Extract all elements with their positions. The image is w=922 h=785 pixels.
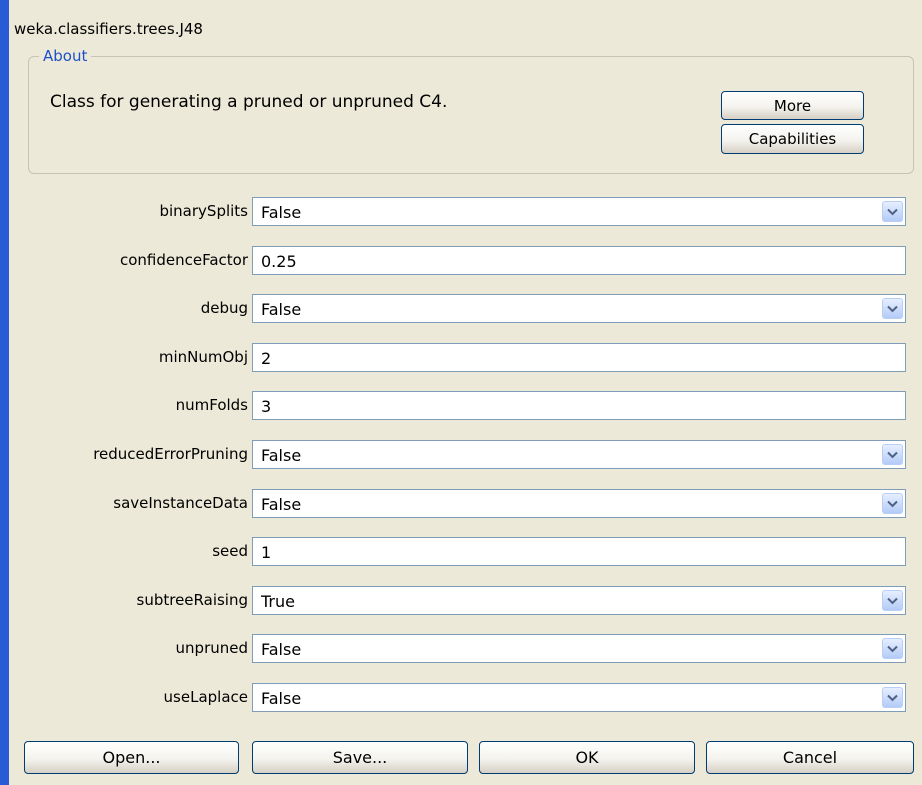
property-value-minNumObj: 2 (261, 349, 272, 368)
dropdown-saveInstanceData[interactable]: False (252, 489, 906, 518)
dropdown-debug[interactable]: False (252, 294, 906, 323)
about-text: Class for generating a pruned or unprune… (50, 92, 448, 112)
property-label-minNumObj: minNumObj (158, 348, 248, 366)
dropdown-reducedErrorPruning[interactable]: False (252, 440, 906, 469)
ok-button[interactable]: OK (479, 741, 695, 774)
chevron-down-icon[interactable] (882, 201, 903, 222)
dropdown-unpruned[interactable]: False (252, 634, 906, 663)
chevron-down-icon[interactable] (882, 444, 903, 465)
dropdown-useLaplace[interactable]: False (252, 683, 906, 712)
property-label-saveInstanceData: saveInstanceData (113, 494, 248, 512)
capabilities-button[interactable]: Capabilities (721, 124, 864, 154)
property-value-unpruned: False (261, 640, 302, 659)
input-minNumObj[interactable]: 2 (252, 343, 906, 372)
property-value-subtreeRaising: True (261, 592, 295, 611)
property-value-binarySplits: False (261, 203, 302, 222)
object-editor-dialog: weka.classifiers.trees.J48 About Class f… (0, 0, 922, 785)
more-button[interactable]: More (721, 91, 864, 120)
about-legend: About (39, 47, 92, 65)
property-value-confidenceFactor: 0.25 (261, 252, 297, 271)
input-numFolds[interactable]: 3 (252, 391, 906, 420)
chevron-down-icon[interactable] (882, 638, 903, 659)
dialog-title: weka.classifiers.trees.J48 (14, 20, 203, 38)
about-panel: About Class for generating a pruned or u… (28, 47, 914, 174)
property-label-numFolds: numFolds (175, 396, 248, 414)
property-value-seed: 1 (261, 543, 272, 562)
chevron-down-icon[interactable] (882, 493, 903, 514)
dropdown-subtreeRaising[interactable]: True (252, 586, 906, 615)
property-label-debug: debug (200, 299, 248, 317)
cancel-button[interactable]: Cancel (706, 741, 914, 774)
property-label-useLaplace: useLaplace (163, 688, 248, 706)
chevron-down-icon[interactable] (882, 590, 903, 611)
property-value-useLaplace: False (261, 689, 302, 708)
property-label-reducedErrorPruning: reducedErrorPruning (93, 445, 248, 463)
dropdown-binarySplits[interactable]: False (252, 197, 906, 226)
open-button[interactable]: Open... (24, 741, 239, 774)
property-label-subtreeRaising: subtreeRaising (136, 591, 248, 609)
property-value-reducedErrorPruning: False (261, 446, 302, 465)
property-value-numFolds: 3 (261, 397, 272, 416)
window-left-border (0, 0, 9, 785)
property-label-seed: seed (212, 542, 248, 560)
input-seed[interactable]: 1 (252, 537, 906, 566)
chevron-down-icon[interactable] (882, 687, 903, 708)
property-label-unpruned: unpruned (175, 639, 248, 657)
property-label-confidenceFactor: confidenceFactor (119, 251, 248, 269)
input-confidenceFactor[interactable]: 0.25 (252, 246, 906, 275)
property-value-saveInstanceData: False (261, 495, 302, 514)
chevron-down-icon[interactable] (882, 298, 903, 319)
property-label-binarySplits: binarySplits (159, 202, 248, 220)
save-button[interactable]: Save... (252, 741, 468, 774)
property-value-debug: False (261, 300, 302, 319)
